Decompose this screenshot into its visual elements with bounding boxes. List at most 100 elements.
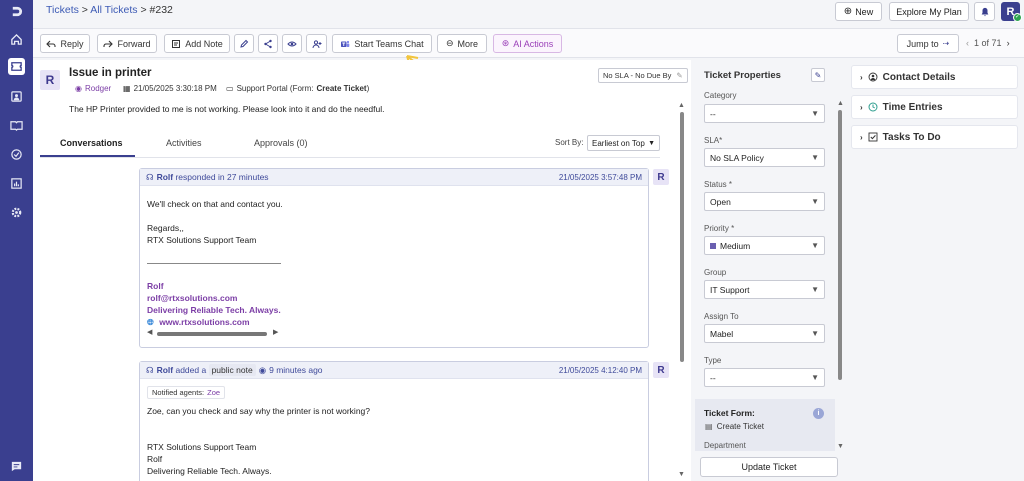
share-button[interactable] [258,34,278,53]
next-ticket-icon[interactable]: › [1007,38,1010,48]
status-label: Status * [704,180,733,189]
portal-icon: ▭ [226,84,234,93]
sla-select[interactable]: No SLA Policy ▼ [704,148,825,167]
bell-icon [981,7,988,16]
signature-email[interactable]: rolf@rtxsolutions.com [147,293,237,303]
requester-avatar: R [40,70,60,90]
contact-details-section[interactable]: › Contact Details [851,65,1018,89]
message-line: Delivering Reliable Tech. Always. [147,466,272,476]
add-watcher-button[interactable] [306,34,327,53]
tabs-divider [40,157,660,158]
reports-icon[interactable] [8,175,25,192]
ai-actions-button[interactable]: ⊛ AI Actions [493,34,562,53]
logo-icon[interactable] [8,3,25,20]
group-select[interactable]: IT Support ▼ [704,280,825,299]
department-label: Department [704,441,746,450]
tab-approvals[interactable]: Approvals (0) [254,138,308,148]
message-line: Rolf [147,454,163,464]
source-chip: ▭ Support Portal (Form: Create Ticket) [226,84,370,93]
explore-plan-button[interactable]: Explore My Plan [889,2,969,21]
caret-down-icon: ▼ [811,373,819,382]
priority-label: Priority * [704,224,735,233]
horizontal-scrollbar[interactable]: ◀ ▶ [147,329,281,337]
notified-agents: Notified agents: Zoe [147,386,226,399]
note-icon [172,39,181,48]
edit-properties-button[interactable]: ✎ [811,68,825,82]
chevron-right-icon: › [860,102,863,112]
agent-icon: ☊ [146,171,154,182]
message-line: Zoe, can you check and say why the print… [147,406,371,416]
breadcrumb-tickets[interactable]: Tickets [46,4,79,16]
conversation-header: ☊ Rolf responded in 27 minutes 21/05/202… [140,169,648,186]
requester-chip[interactable]: ◉ Rodger [75,84,111,93]
update-ticket-button[interactable]: Update Ticket [700,457,838,477]
message-line: Regards,, [147,223,184,233]
type-select[interactable]: -- ▼ [704,368,825,387]
watch-button[interactable] [282,34,302,53]
user-circle-icon: ◉ [75,84,82,93]
tickets-icon[interactable] [8,58,25,75]
ticket-form-label: Ticket Form: [704,408,755,418]
tab-conversations[interactable]: Conversations [60,138,123,148]
eye-icon: ◉ [258,364,267,375]
knowledge-base-icon[interactable] [8,117,25,134]
ai-sparkle-icon: ⊛ [501,38,510,48]
clock-icon [868,102,878,112]
add-note-button[interactable]: Add Note [164,34,230,53]
message-line: RTX Solutions Support Team [147,235,257,245]
public-note-badge: public note [208,364,256,376]
more-circle-icon: ⊖ [445,38,454,48]
globe-icon: 🌐︎ [147,317,154,327]
edit-button[interactable] [234,34,254,53]
forward-button[interactable]: Forward [97,34,157,53]
tasks-to-do-section[interactable]: › Tasks To Do [851,125,1018,149]
caret-down-icon: ▼ [811,285,819,294]
main-scrollbar[interactable]: ▲ ▼ [678,102,686,478]
category-select[interactable]: -- ▼ [704,104,825,123]
tab-activities[interactable]: Activities [166,138,202,148]
caret-down-icon: ▼ [811,241,819,250]
priority-select[interactable]: Medium ▼ [704,236,825,255]
signature-divider [147,263,281,264]
prev-ticket-icon[interactable]: ‹ [966,38,969,48]
type-label: Type [704,356,722,365]
sla-badge[interactable]: No SLA - No Due By ✎ [598,68,688,83]
plus-circle-icon: ⊕ [843,6,853,17]
jump-to-button[interactable]: Jump to ⇢ [897,34,959,53]
time-entries-section[interactable]: › Time Entries [851,95,1018,119]
jump-arrow-icon: ⇢ [942,39,950,48]
new-button[interactable]: ⊕ New [835,2,882,21]
created-date-chip: ▦ 21/05/2025 3:30:18 PM [123,84,217,93]
properties-scrollbar[interactable]: ▲ ▼ [836,100,844,450]
assign-to-label: Assign To [704,312,739,321]
sort-select[interactable]: Earliest on Top ▼ [587,135,660,151]
contact-icon [868,72,878,82]
sort-label: Sort By: [555,138,584,147]
reply-button[interactable]: Reply [40,34,90,53]
conversation-card: ☊ Rolf responded in 27 minutes 21/05/202… [139,168,649,348]
properties-title: Ticket Properties [704,70,781,81]
chat-icon[interactable] [8,458,25,475]
caret-down-icon: ▼ [648,139,655,147]
share-icon [264,39,272,48]
form-icon: ▤ [705,422,713,431]
tasks-icon[interactable] [8,146,25,163]
teams-icon [341,40,350,47]
notifications-button[interactable] [974,2,995,21]
signature-website[interactable]: 🌐︎ www.rtxsolutions.com [147,317,250,328]
ticket-subject: Issue in printer [69,67,152,79]
info-icon[interactable]: i [813,408,824,419]
status-select[interactable]: Open ▼ [704,192,825,211]
assign-to-select[interactable]: Mabel ▼ [704,324,825,343]
conversation-header: ☊ Rolf added a public note ◉ 9 minutes a… [140,362,648,379]
sidebar [0,0,33,481]
home-icon[interactable] [8,31,25,48]
settings-icon[interactable] [8,204,25,221]
breadcrumb-all-tickets[interactable]: All Tickets [90,4,137,16]
pencil-icon: ✎ [676,71,683,80]
conversation-card: ☊ Rolf added a public note ◉ 9 minutes a… [139,361,649,481]
reply-icon [46,40,57,47]
contacts-icon[interactable] [8,88,25,105]
priority-color-icon [710,242,716,249]
breadcrumb: Tickets > All Tickets > #232 [46,4,173,16]
